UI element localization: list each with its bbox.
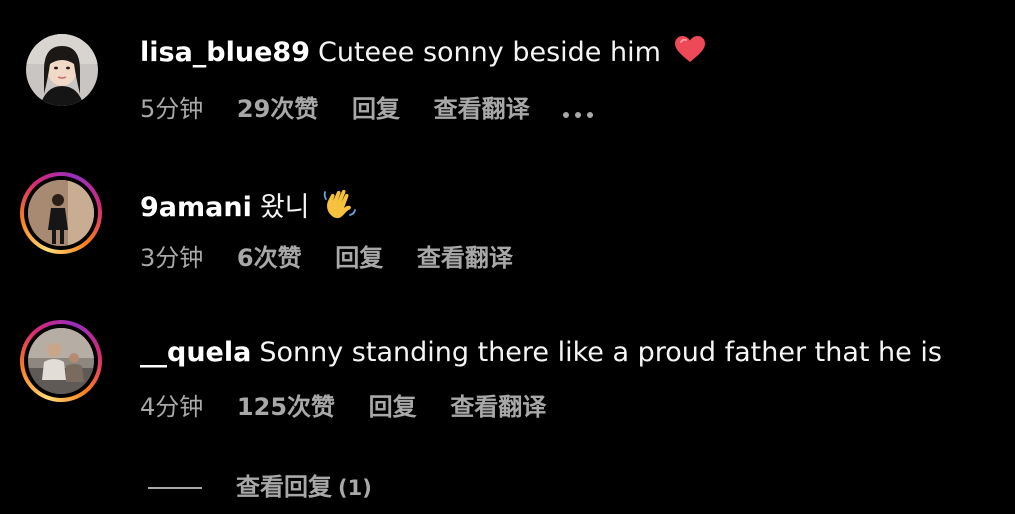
comment-text-line: 9amani 왔니 (140, 186, 358, 231)
reply-thread-line (148, 487, 202, 489)
comment-meta: 4分钟 125次赞 回复 查看翻译 (140, 392, 572, 422)
comment-username[interactable]: __quela (140, 337, 251, 368)
comment-time: 3分钟 (140, 244, 204, 272)
reply-button[interactable]: 回复 (335, 244, 383, 272)
avatar[interactable] (20, 172, 102, 254)
reply-count: (1) (338, 476, 372, 500)
comment-likes[interactable]: 125次赞 (237, 393, 335, 421)
view-replies-label[interactable]: 查看回复 (236, 473, 332, 501)
comment-text: Sonny standing there like a proud father… (259, 337, 942, 368)
avatar-image[interactable] (28, 180, 94, 246)
waving-hand-icon (322, 186, 358, 231)
comment-meta: 3分钟 6次赞 回复 查看翻译 (140, 243, 539, 273)
comment-item: __quela Sonny standing there like a proud… (0, 0, 1015, 421)
comment-likes[interactable]: 6次赞 (237, 244, 302, 272)
reply-button[interactable]: 回复 (369, 393, 417, 421)
avatar-image[interactable] (28, 328, 94, 394)
comment-time: 4分钟 (140, 393, 204, 421)
translate-button[interactable]: 查看翻译 (417, 244, 513, 272)
view-replies-button[interactable]: 查看回复 (1) (148, 470, 372, 504)
avatar[interactable] (20, 320, 102, 402)
comment-text-line: __quela Sonny standing there like a proud… (140, 336, 942, 370)
comment-text: 왔니 (259, 192, 310, 223)
translate-button[interactable]: 查看翻译 (450, 393, 546, 421)
comment-username[interactable]: 9amani (140, 192, 252, 223)
